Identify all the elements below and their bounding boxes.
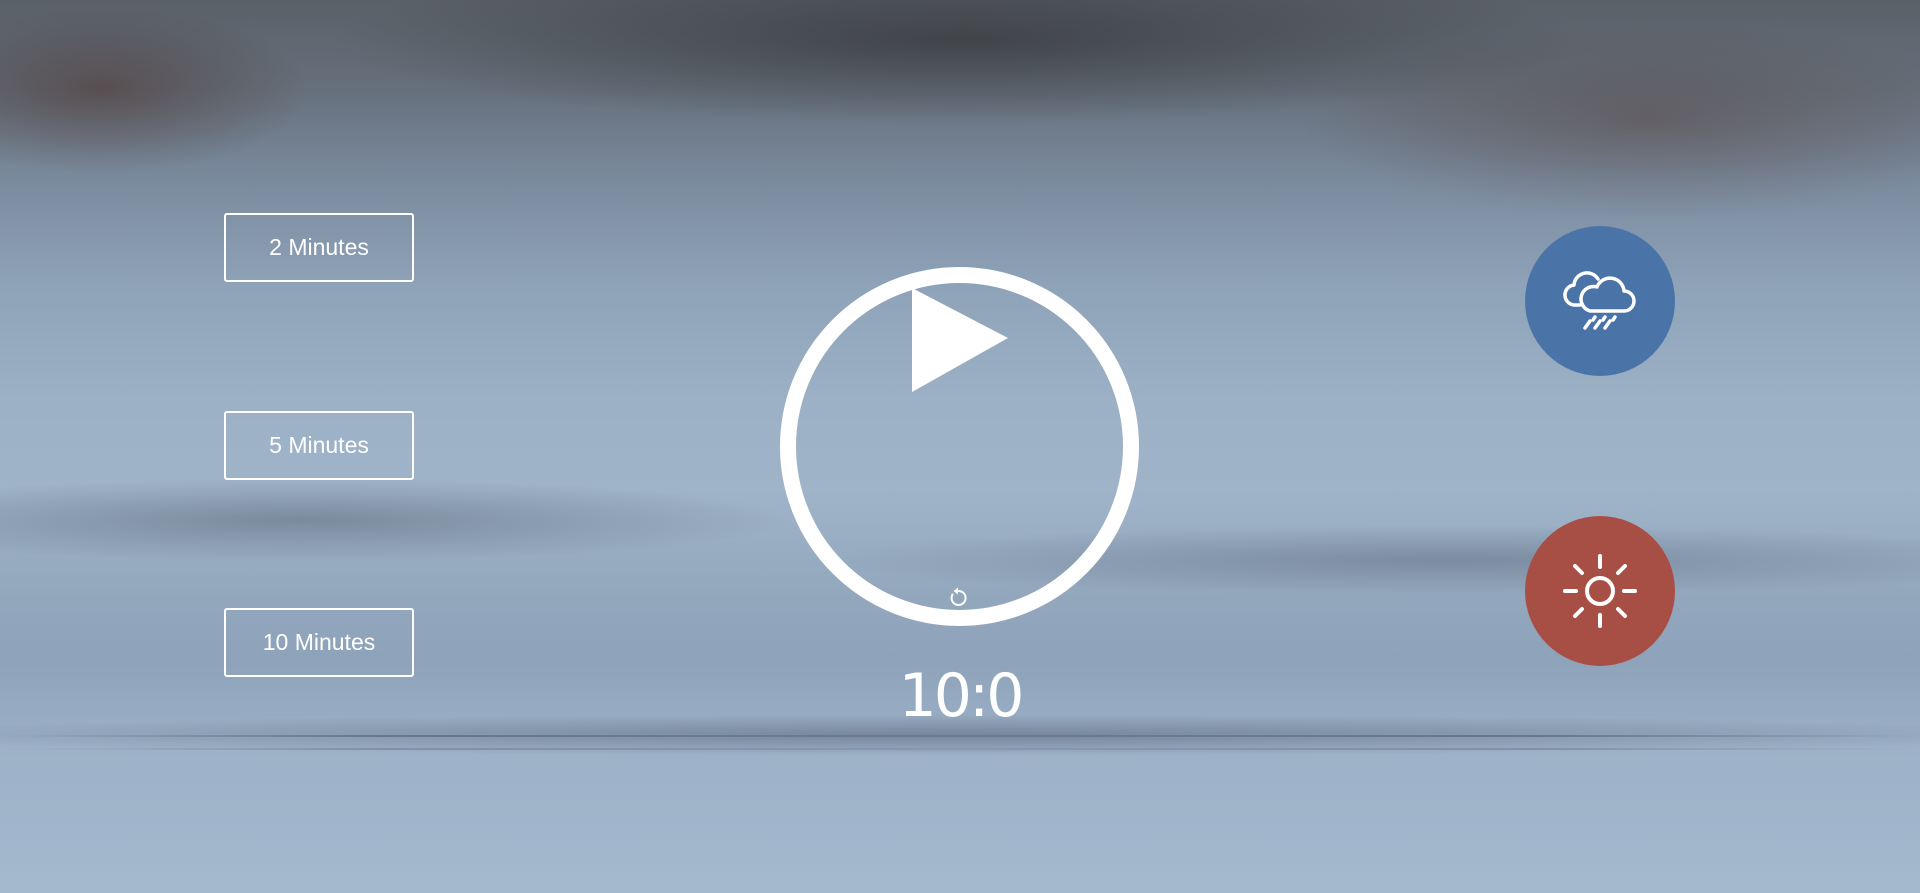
rain-sound-button[interactable] (1525, 226, 1675, 376)
time-display: 10:0 (898, 661, 1025, 731)
water-ripple (0, 748, 1920, 750)
ten-minutes-button[interactable]: 10 Minutes (224, 608, 414, 677)
reset-icon[interactable] (946, 586, 970, 610)
rain-cloud-icon (1563, 271, 1636, 330)
play-icon[interactable] (910, 286, 1010, 396)
sun-icon (1563, 554, 1637, 628)
two-minutes-button[interactable]: 2 Minutes (224, 213, 414, 282)
five-minutes-button[interactable]: 5 Minutes (224, 411, 414, 480)
summer-sound-button[interactable] (1525, 516, 1675, 666)
